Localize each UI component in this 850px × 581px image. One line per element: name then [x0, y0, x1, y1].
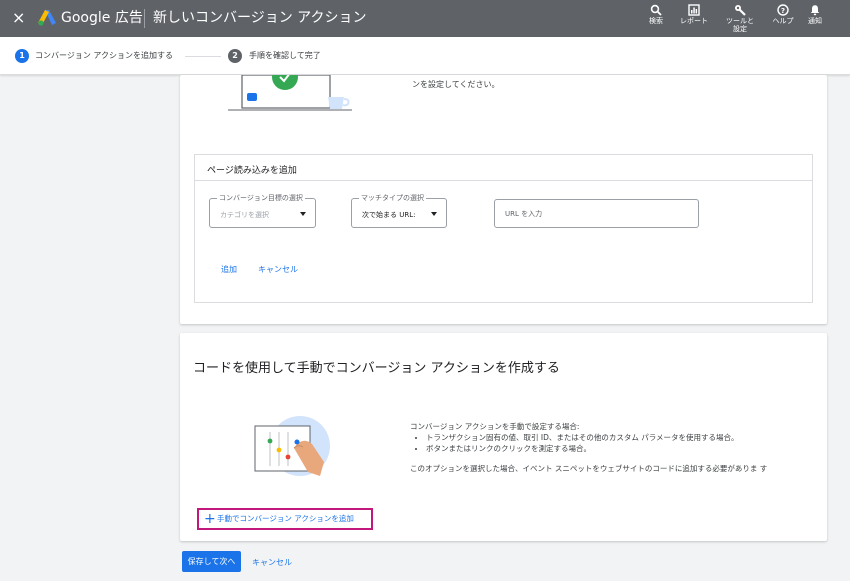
search-icon [650, 4, 662, 16]
goal-select-value: カテゴリを選択 [220, 211, 269, 219]
chevron-down-icon [431, 212, 437, 216]
goal-select-label: コンバージョン目標の選択 [217, 193, 305, 203]
step-1-label[interactable]: コンバージョン アクションを追加する [35, 50, 173, 62]
tool-tools-settings-label: ツールと 設定 [726, 17, 754, 33]
cancel-button[interactable]: キャンセル [252, 557, 292, 568]
bell-icon [810, 5, 820, 16]
tool-notifications[interactable]: 通知 [804, 4, 826, 25]
save-and-next-button[interactable]: 保存して次へ [182, 551, 241, 572]
tool-report[interactable]: レポート [675, 4, 713, 25]
step-1-number: 1 [15, 49, 29, 63]
list-item: ボタンまたはリンクのクリックを測定する場合。 [426, 443, 810, 454]
tool-report-label: レポート [680, 17, 708, 25]
goal-select[interactable]: コンバージョン目標の選択 カテゴリを選択 [209, 193, 316, 228]
svg-text:?: ? [781, 7, 785, 15]
help-icon: ? [777, 4, 789, 16]
add-manual-conversion-label: 手動でコンバージョン アクションを追加 [217, 514, 354, 523]
top-app-bar: × Google 広告 新しいコンバージョン アクション 検索 レポート ツール… [0, 0, 850, 37]
brand-name: Google 広告 [61, 10, 143, 26]
page-title: 新しいコンバージョン アクション [153, 10, 367, 26]
chevron-down-icon [300, 212, 306, 216]
google-ads-logo [38, 10, 56, 26]
manual-lead: コンバージョン アクションを手動で設定する場合: [410, 422, 580, 431]
tool-tools-settings[interactable]: ツールと 設定 [722, 4, 758, 33]
close-icon[interactable]: × [12, 9, 25, 27]
tool-help[interactable]: ? ヘルプ [770, 4, 796, 25]
tool-search[interactable]: 検索 [646, 4, 666, 25]
manual-bullet-list: トランザクション固有の値、取引 ID、またはその他のカスタム パラメータを使用す… [426, 432, 810, 454]
code-illustration [254, 416, 330, 476]
add-manual-conversion-button[interactable]: + 手動でコンバージョン アクションを追加 [197, 508, 373, 530]
wrench-icon [735, 5, 746, 16]
manual-description: コンバージョン アクションを手動で設定する場合: トランザクション固有の値、取引… [410, 421, 810, 474]
url-input[interactable]: URL を入力 [494, 199, 699, 228]
stepper: 1 コンバージョン アクションを追加する 2 手順を確認して完了 [0, 37, 850, 75]
header-divider [144, 9, 145, 28]
step-2-number: 2 [228, 49, 242, 63]
cancel-page-load-button[interactable]: キャンセル [258, 265, 298, 275]
manual-section-title: コードを使用して手動でコンバージョン アクションを作成する [193, 361, 560, 376]
plus-icon: + [204, 511, 216, 527]
list-item: トランザクション固有の値、取引 ID、またはその他のカスタム パラメータを使用す… [426, 432, 810, 443]
match-type-select[interactable]: マッチタイプの選択 次で始まる URL: [351, 193, 447, 228]
tool-notifications-label: 通知 [808, 17, 822, 25]
page-load-title: ページ読み込みを追加 [207, 166, 297, 176]
tool-help-label: ヘルプ [772, 17, 794, 25]
match-type-select-value: 次で始まる URL: [362, 211, 416, 219]
page-load-illustration [228, 75, 352, 111]
page-load-panel: ページ読み込みを追加 [194, 154, 813, 303]
step-connector [185, 56, 221, 57]
tool-search-label: 検索 [649, 17, 663, 25]
page-load-panel-header: ページ読み込みを追加 [195, 155, 812, 181]
match-type-select-label: マッチタイプの選択 [359, 193, 426, 203]
report-icon [688, 4, 700, 16]
step-2-label[interactable]: 手順を確認して完了 [249, 50, 321, 62]
add-page-load-button[interactable]: 追加 [221, 265, 237, 275]
intro-text: ンを設定してください。 [412, 80, 500, 89]
manual-note: このオプションを選択した場合、イベント スニペットをウェブサイトのコードに追加す… [410, 464, 768, 473]
